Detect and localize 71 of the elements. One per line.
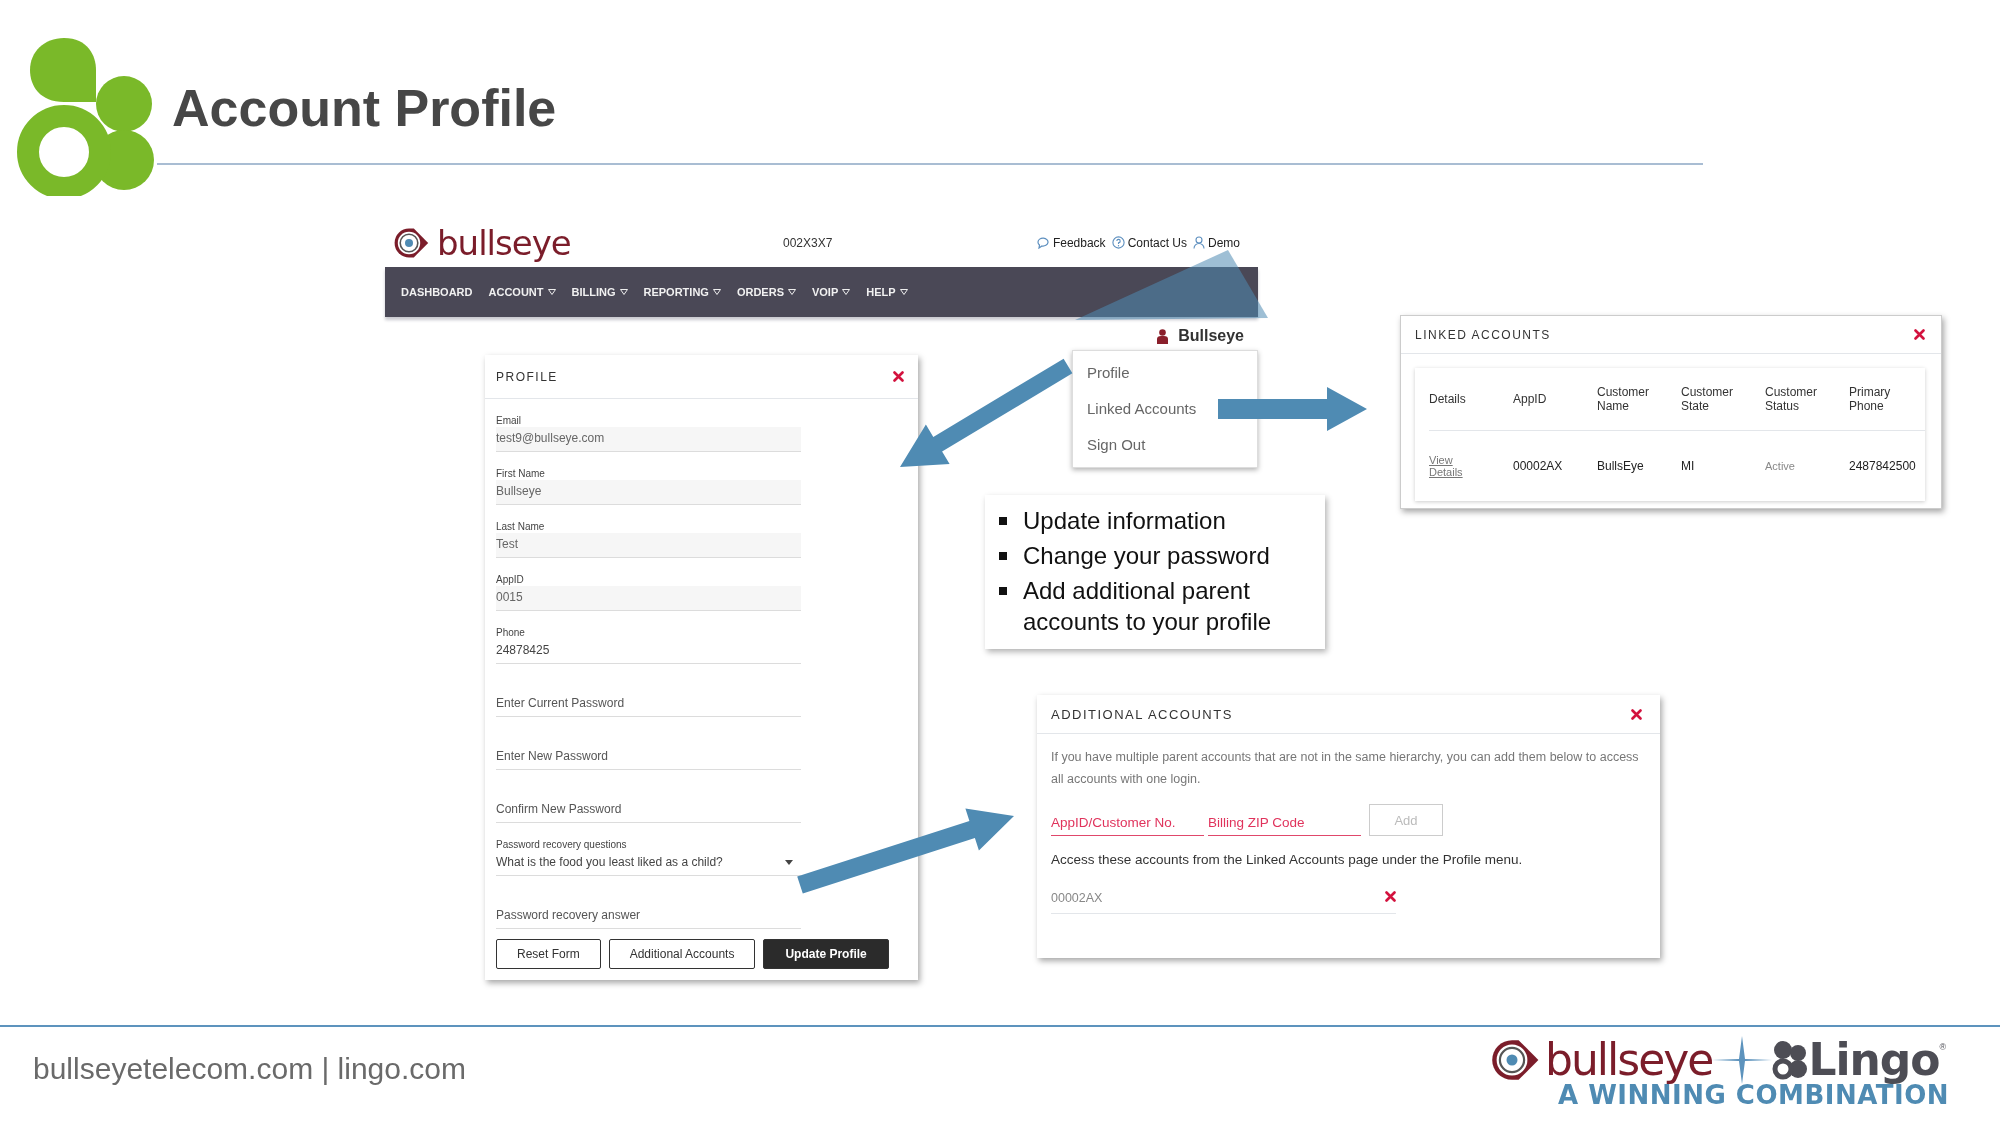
input-field[interactable]: Bullseye [496, 480, 801, 505]
nav-item[interactable]: DASHBOARD [401, 286, 473, 298]
input-field[interactable]: Test [496, 533, 801, 558]
nav-item[interactable]: VOIP [811, 286, 851, 298]
menu-item[interactable]: Sign Out [1087, 427, 1150, 463]
table-cell: 00002AX [1513, 459, 1563, 473]
nav-item[interactable]: ACCOUNT [488, 286, 556, 298]
field-label: First Name [496, 468, 546, 479]
column-header: AppID [1513, 392, 1547, 406]
panel-title: LINKED ACCOUNTS [1415, 327, 1551, 342]
secondary-button[interactable]: Reset Form [496, 939, 601, 969]
table-cell: BullsEye [1597, 459, 1644, 473]
app-logo: bullseye [437, 225, 571, 260]
chat-icon [1035, 236, 1050, 249]
nav-item[interactable]: HELP [866, 286, 908, 298]
account-entry: 00002AX [1051, 891, 1103, 905]
column-header: Customer State [1681, 385, 1734, 413]
field-label: AppID [496, 574, 525, 585]
dropdown-field[interactable]: What is the food you least liked as a child? [496, 851, 801, 876]
secondary-button[interactable]: Additional Accounts [608, 939, 756, 969]
field-label: Password recovery questions [496, 839, 628, 850]
bullet-text: Add additional parent accounts to your profile [1023, 576, 1273, 637]
caret-icon [785, 859, 793, 865]
menu-item[interactable]: Linked Accounts [1087, 391, 1201, 427]
brand-logo: bullseye [1545, 1038, 1713, 1082]
bullet-icon [999, 552, 1007, 560]
field-label: Phone [496, 627, 526, 638]
column-header: Details [1429, 392, 1466, 406]
nav-item[interactable]: BILLING [571, 286, 628, 298]
user-icon [1193, 236, 1205, 249]
field-label: Last Name [496, 521, 546, 532]
panel-title: PROFILE [496, 369, 558, 384]
note-text: Access these accounts from the Linked Accounts page under the Profile menu. [1051, 852, 1524, 867]
registered-mark: ® [1939, 1042, 1947, 1052]
close-icon[interactable] [1914, 329, 1925, 340]
menu-item[interactable]: Profile [1087, 355, 1134, 391]
column-header: Customer Status [1765, 385, 1818, 413]
table-cell: 2487842500 [1849, 459, 1916, 473]
header-link[interactable]: Feedback [1035, 235, 1106, 250]
bullet-text: Change your password [1023, 541, 1270, 571]
input-field[interactable]: 0015 [496, 586, 801, 611]
details-link[interactable]: View Details [1429, 454, 1469, 478]
bullet-icon [999, 517, 1007, 525]
field-label: Email [496, 415, 522, 426]
panel-title: ADDITIONAL ACCOUNTS [1051, 706, 1233, 722]
nav-item[interactable]: ORDERS [736, 286, 796, 298]
bullet-icon [999, 587, 1007, 595]
table-cell: MI [1681, 459, 1695, 473]
header-link[interactable]: Contact Us [1111, 235, 1187, 250]
bullet-text: Update information [1023, 506, 1226, 536]
slide-title: Account Profile [172, 78, 557, 138]
account-number: 002X3X7 [783, 235, 834, 250]
input-field[interactable]: Billing ZIP Code [1208, 815, 1361, 836]
remove-icon[interactable] [1385, 891, 1396, 902]
user-name[interactable]: Bullseye [1178, 327, 1244, 345]
column-header: Customer Name [1597, 385, 1650, 413]
primary-button[interactable]: Update Profile [763, 939, 889, 969]
column-header: Primary Phone [1849, 385, 1892, 413]
clover-icon [1772, 1040, 1809, 1080]
close-icon[interactable] [1631, 708, 1642, 720]
header-link[interactable]: Demo [1193, 235, 1240, 250]
nav-item[interactable]: REPORTING [643, 286, 721, 298]
description-text: If you have multiple parent accounts that are not in the same hierarchy, you can add them below to access all accounts with one login. [1051, 749, 1640, 788]
person-icon [1157, 328, 1169, 344]
footer-text: bullseyetelecom.com | lingo.com [33, 1052, 466, 1086]
brand-logo: Lingo [1808, 1038, 1940, 1082]
close-icon[interactable] [893, 371, 904, 382]
input-field[interactable]: test9@bullseye.com [496, 427, 801, 452]
input-field[interactable]: AppID/Customer No. [1051, 815, 1204, 836]
help-icon [1111, 236, 1125, 249]
table-cell: Active [1765, 460, 1795, 472]
